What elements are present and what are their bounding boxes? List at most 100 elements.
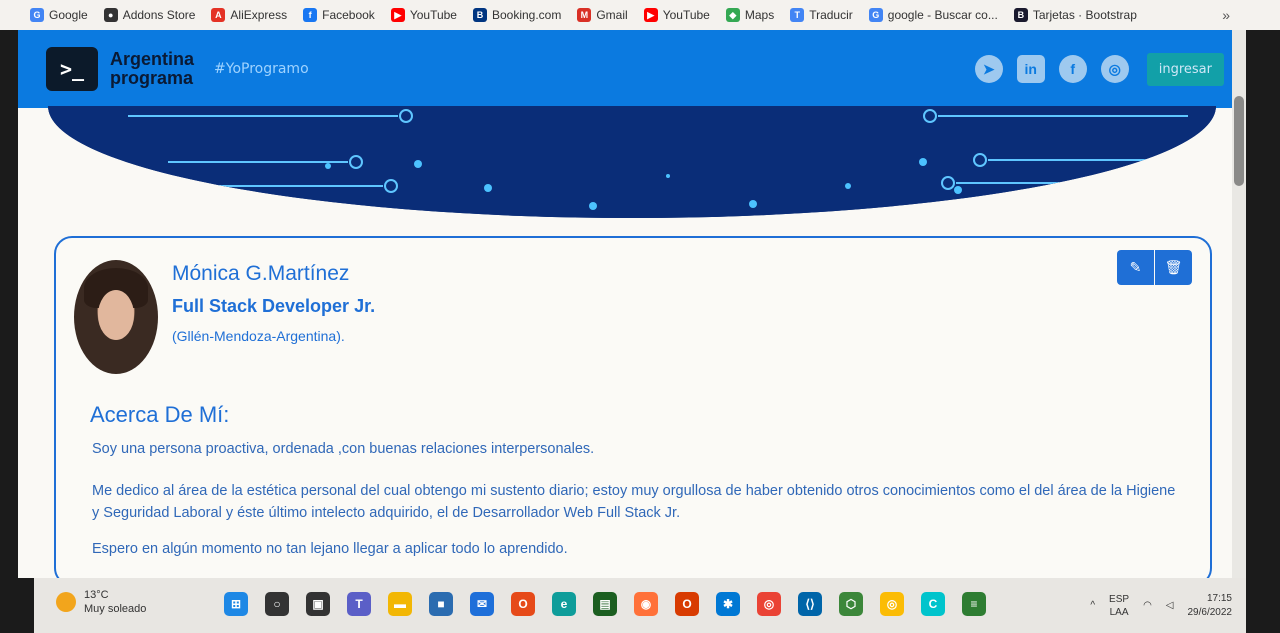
terminal-logo-icon[interactable]: >_ xyxy=(46,47,98,91)
file-explorer-icon[interactable]: ▬ xyxy=(388,592,412,616)
bookmark-item[interactable]: B Booking.com xyxy=(472,8,562,22)
about-title: Acerca De Mí: xyxy=(90,402,230,427)
notepad-icon[interactable]: ≡ xyxy=(962,592,986,616)
bootstrap-icon: B xyxy=(1013,8,1028,22)
social-links: ➤ in f ◎ xyxy=(974,55,1129,83)
youtube-icon: ▶ xyxy=(643,8,658,22)
bookmark-item[interactable]: ▶ YouTube xyxy=(390,8,457,22)
bookmark-item[interactable]: A AliExpress xyxy=(211,8,287,22)
bookmarks-bar: G Google ● Addons Store A AliExpress f Facebook… xyxy=(0,0,1280,30)
volume-icon[interactable]: ◁ xyxy=(1166,600,1174,611)
canva-icon[interactable]: C xyxy=(921,592,945,616)
glow-dot xyxy=(414,160,422,168)
bookmark-item[interactable]: ● Addons Store xyxy=(103,8,196,22)
mail-icon[interactable]: ✉ xyxy=(470,592,494,616)
glow-dot xyxy=(749,200,757,208)
booking-icon: B xyxy=(472,8,487,22)
glow-dot xyxy=(666,174,670,178)
web-page: >_ Argentina programa #YoProgramo ➤ in f ◎ … xyxy=(18,30,1246,578)
app-icon[interactable]: ✱ xyxy=(716,592,740,616)
chrome-icon[interactable]: ◎ xyxy=(880,592,904,616)
firefox-icon[interactable]: ◉ xyxy=(634,592,658,616)
scrollbar[interactable] xyxy=(1232,30,1246,578)
glow-dot xyxy=(589,202,597,210)
avatar-face xyxy=(98,290,134,340)
brand-name[interactable]: Argentina programa xyxy=(110,50,194,88)
profile-card: Mónica G.Martínez Full Stack Developer J… xyxy=(54,236,1212,578)
teams-icon[interactable]: T xyxy=(347,592,371,616)
brand-line1: Argentina xyxy=(110,49,195,69)
profile-role: Full Stack Developer Jr. xyxy=(172,296,376,316)
windows-start-icon[interactable]: ⊞ xyxy=(224,592,248,616)
about-paragraph: Me dedico al área de la estética persona… xyxy=(92,483,1176,521)
bookmark-item[interactable]: B Tarjetas · Bootstrap xyxy=(1013,8,1137,22)
bookmark-item[interactable]: ◆ Maps xyxy=(725,8,775,22)
hero-banner xyxy=(48,106,1216,218)
bookmark-item[interactable]: f Facebook xyxy=(303,8,375,22)
clock-date: 29/6/2022 xyxy=(1187,606,1233,618)
profile-name: Mónica G.Martínez xyxy=(172,262,350,285)
brand-line2: programa xyxy=(110,68,194,88)
card-actions: ✎ 🗑 xyxy=(1117,250,1192,285)
search-icon[interactable]: ○ xyxy=(265,592,289,616)
bookmark-label: Booking.com xyxy=(491,8,562,22)
glow-dot xyxy=(295,203,301,209)
addons-store-icon: ● xyxy=(103,8,118,22)
nodejs-icon[interactable]: ⬡ xyxy=(839,592,863,616)
taskbar-apps: ⊞ ○ ▣ T ▬ ■ ✉ Oe ▤ ◉ O ✱ ◎ ⟨⟩ ⬡ ◎ C ≡ xyxy=(224,592,986,616)
bookmark-item[interactable]: M Gmail xyxy=(577,8,628,22)
gmail-icon: M xyxy=(577,8,592,22)
google-icon: G xyxy=(868,8,883,22)
facebook-icon[interactable]: f xyxy=(1058,55,1087,83)
edit-button[interactable]: ✎ xyxy=(1117,250,1154,285)
bookmark-item[interactable]: T Traducir xyxy=(790,8,853,22)
hashtag: #YoProgramo xyxy=(214,61,309,77)
bookmark-label: Facebook xyxy=(322,8,375,22)
about-paragraph: Soy una persona proactiva, ordenada ,con… xyxy=(92,441,595,457)
login-button[interactable]: ingresar xyxy=(1146,52,1224,86)
weather-widget[interactable]: 13°C Muy soleado xyxy=(56,588,146,616)
weather-temperature: 13°C xyxy=(84,589,109,601)
linkedin-icon[interactable]: in xyxy=(1016,55,1045,83)
chrome-icon[interactable]: ◎ xyxy=(757,592,781,616)
about-paragraph: Espero en algún momento no tan lejano ll… xyxy=(92,541,568,557)
chevron-up-icon[interactable]: ^ xyxy=(1090,600,1095,611)
bookmark-label: Addons Store xyxy=(122,8,196,22)
system-tray: ^ ESP LAA ◠ ◁ 17:15 29/6/2022 xyxy=(1090,578,1232,633)
bookmark-label: AliExpress xyxy=(230,8,288,22)
scrollbar-thumb[interactable] xyxy=(1234,96,1244,186)
bookmark-label: Traducir xyxy=(809,8,853,22)
glow-dot xyxy=(954,186,962,194)
office-icon[interactable]: O xyxy=(675,592,699,616)
bookmark-label: google - Buscar co... xyxy=(887,8,998,22)
glow-dot xyxy=(845,183,851,189)
office-icon[interactable]: O xyxy=(511,592,535,616)
taskbar: 13°C Muy soleado ⊞ ○ ▣ T ▬ ■ ✉ Oe ▤ ◉ O ✱ ◎ ⟨⟩ ⬡ ◎ C ≡ ^ … xyxy=(34,578,1246,633)
delete-button[interactable]: 🗑 xyxy=(1155,250,1192,285)
language-indicator[interactable]: ESP LAA xyxy=(1109,593,1129,619)
bookmarks-overflow-button[interactable]: » xyxy=(1222,7,1230,23)
weather-description: Muy soleado xyxy=(84,603,147,615)
bookmark-label: YouTube xyxy=(409,8,457,22)
aliexpress-icon: A xyxy=(211,8,226,22)
navbar: >_ Argentina programa #YoProgramo ➤ in f ◎ … xyxy=(18,30,1246,108)
avatar xyxy=(74,260,158,374)
bookmark-label: Tarjetas · Bootstrap xyxy=(1032,8,1137,22)
bookmark-item[interactable]: ▶ YouTube xyxy=(643,8,710,22)
clock[interactable]: 17:15 29/6/2022 xyxy=(1188,592,1233,620)
bookmark-label: Maps xyxy=(744,8,775,22)
glow-dot xyxy=(325,163,331,169)
vscode-icon[interactable]: ⟨⟩ xyxy=(798,592,822,616)
task-view-icon[interactable]: ▣ xyxy=(306,592,330,616)
sun-icon xyxy=(56,592,76,612)
wifi-icon[interactable]: ◠ xyxy=(1143,600,1152,611)
telegram-icon[interactable]: ➤ xyxy=(974,55,1003,83)
facebook-icon: f xyxy=(303,8,318,22)
bookmark-item[interactable]: Ggoogle - Buscar co... xyxy=(868,8,998,22)
app-icon[interactable]: ▤ xyxy=(593,592,617,616)
instagram-icon[interactable]: ◎ xyxy=(1100,55,1129,83)
store-icon[interactable]: ■ xyxy=(429,592,453,616)
google-icon: G xyxy=(30,8,44,22)
edge-icon[interactable]: e xyxy=(552,592,576,616)
bookmark-item[interactable]: G Google xyxy=(30,8,88,22)
